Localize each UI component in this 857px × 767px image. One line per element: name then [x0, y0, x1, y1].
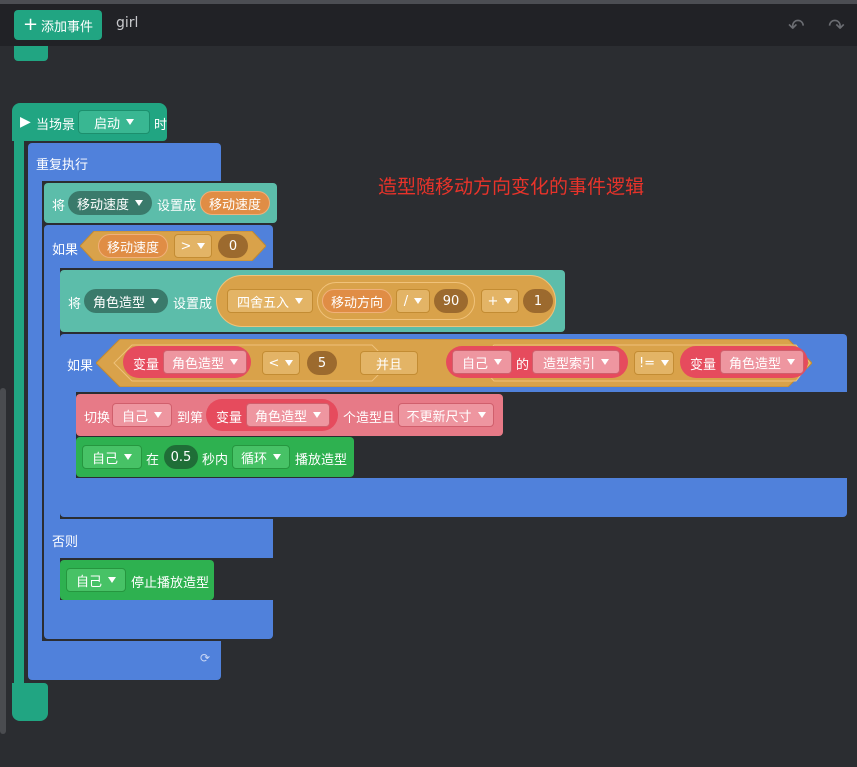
- plus-icon: +: [22, 14, 39, 35]
- else-label: 否则: [52, 535, 79, 550]
- speed-reporter[interactable]: 移动速度: [200, 191, 270, 215]
- var-reporter-2[interactable]: 变量 角色造型: [680, 346, 808, 378]
- set-middle-2: 设置成: [173, 297, 213, 312]
- hat-suffix: 时: [154, 118, 168, 133]
- if-inner-label: 如果: [67, 359, 94, 374]
- if-inner-bottom: [60, 478, 847, 517]
- switch-prefix: 切换: [84, 411, 111, 426]
- forever-bottom: ⟳: [28, 641, 221, 680]
- loop-mode-dropdown[interactable]: 循环: [232, 445, 290, 469]
- switch-var-label: 变量: [216, 411, 243, 426]
- forever-arm: [28, 181, 42, 641]
- script-spine: [14, 141, 24, 686]
- size-option-dropdown[interactable]: 不更新尺寸: [398, 403, 494, 427]
- set-speed-block[interactable]: 将 移动速度 设置成 移动速度: [44, 183, 277, 223]
- if-arm: [44, 268, 60, 520]
- play-costume-block[interactable]: 自己 在 0.5 秒内 循环 播放造型: [76, 437, 354, 477]
- redo-icon[interactable]: ↷: [828, 14, 845, 38]
- limit-input[interactable]: 5: [307, 351, 337, 375]
- stop-target-dropdown[interactable]: 自己: [66, 568, 126, 592]
- within-label: 秒内: [202, 453, 229, 468]
- scene-event-dropdown[interactable]: 启动: [78, 110, 150, 134]
- switch-target-dropdown[interactable]: 自己: [112, 403, 172, 427]
- stop-costume-block[interactable]: 自己 停止播放造型: [60, 560, 214, 600]
- if-inner-block[interactable]: 如果 变量 角色造型 < 5 并且 自己 的 造型索引 != 变量 角色造型: [60, 334, 847, 392]
- script-annotation: 造型随移动方向变化的事件逻辑: [378, 176, 645, 198]
- round-op-dropdown[interactable]: 四舍五入: [227, 289, 313, 313]
- if-else-block[interactable]: 如果 移动速度 > 0: [44, 225, 273, 268]
- addend-input[interactable]: 1: [523, 289, 553, 313]
- var-label-2: 变量: [690, 358, 717, 373]
- set-middle: 设置成: [157, 199, 197, 214]
- costume-variable-dropdown[interactable]: 角色造型: [84, 289, 168, 313]
- var-name-dropdown-2[interactable]: 角色造型: [720, 350, 804, 374]
- set-prefix: 将: [52, 199, 66, 214]
- script-end-block[interactable]: [12, 683, 48, 721]
- property-reporter[interactable]: 自己 的 造型索引: [446, 346, 628, 378]
- var-reporter-1[interactable]: 变量 角色造型: [123, 346, 251, 378]
- speed-reporter-cond[interactable]: 移动速度: [98, 234, 168, 258]
- lt-operator-dropdown[interactable]: <: [262, 351, 300, 375]
- of-label: 的: [516, 358, 530, 373]
- direction-reporter[interactable]: 移动方向: [322, 289, 392, 313]
- add-event-label: 添加事件: [41, 19, 94, 35]
- zero-input[interactable]: 0: [218, 234, 248, 258]
- when-scene-starts-block[interactable]: ▶ 当场景 启动 时: [12, 103, 167, 141]
- play-icon: ▶: [20, 114, 31, 130]
- speed-variable-dropdown[interactable]: 移动速度: [68, 191, 152, 215]
- switch-var-reporter[interactable]: 变量 角色造型: [206, 399, 338, 431]
- gt-operator-dropdown[interactable]: >: [174, 234, 212, 258]
- vertical-scrollbar[interactable]: [0, 388, 6, 734]
- switch-costume-block[interactable]: 切换 自己 到第 变量 角色造型 个造型且 不更新尺寸: [76, 394, 503, 436]
- switch-suffix: 个造型且: [343, 411, 396, 426]
- sprite-name: girl: [116, 15, 139, 31]
- var-label-1: 变量: [133, 358, 160, 373]
- set-prefix-2: 将: [68, 297, 82, 312]
- div-operator-dropdown[interactable]: /: [396, 289, 430, 313]
- divisor-input[interactable]: 90: [434, 289, 468, 313]
- forever-label: 重复执行: [36, 158, 89, 173]
- if-label: 如果: [52, 243, 79, 258]
- loop-icon: ⟳: [200, 651, 211, 665]
- if-else-bottom: [44, 600, 273, 639]
- seconds-input[interactable]: 0.5: [164, 445, 198, 469]
- round-reporter[interactable]: 四舍五入 移动方向 / 90 + 1: [216, 275, 556, 327]
- var-name-dropdown-1[interactable]: 角色造型: [163, 350, 247, 374]
- hat-prefix: 当场景: [36, 118, 76, 133]
- set-costume-var-block[interactable]: 将 角色造型 设置成 四舍五入 移动方向 / 90 + 1: [60, 270, 565, 332]
- forever-block[interactable]: 重复执行: [28, 143, 221, 181]
- and-label: 并且: [360, 351, 418, 375]
- in-label: 在: [146, 453, 160, 468]
- plus-operator-dropdown[interactable]: +: [481, 289, 519, 313]
- switch-var-dropdown[interactable]: 角色造型: [246, 403, 330, 427]
- undo-icon[interactable]: ↶: [788, 14, 805, 38]
- else-row: 否则: [44, 519, 273, 558]
- previous-script-end[interactable]: [14, 46, 48, 61]
- divide-reporter[interactable]: 移动方向 / 90: [317, 282, 475, 320]
- play-action-label: 播放造型: [295, 453, 348, 468]
- self-dropdown-cond[interactable]: 自己: [452, 350, 512, 374]
- play-target-dropdown[interactable]: 自己: [82, 445, 142, 469]
- costume-index-dropdown[interactable]: 造型索引: [532, 350, 620, 374]
- else-arm: [44, 558, 60, 602]
- switch-to-label: 到第: [177, 411, 204, 426]
- neq-operator-dropdown[interactable]: !=: [634, 351, 674, 375]
- if-inner-arm: [60, 392, 76, 480]
- add-event-button[interactable]: + 添加事件: [14, 10, 102, 40]
- stop-action-label: 停止播放造型: [131, 576, 210, 591]
